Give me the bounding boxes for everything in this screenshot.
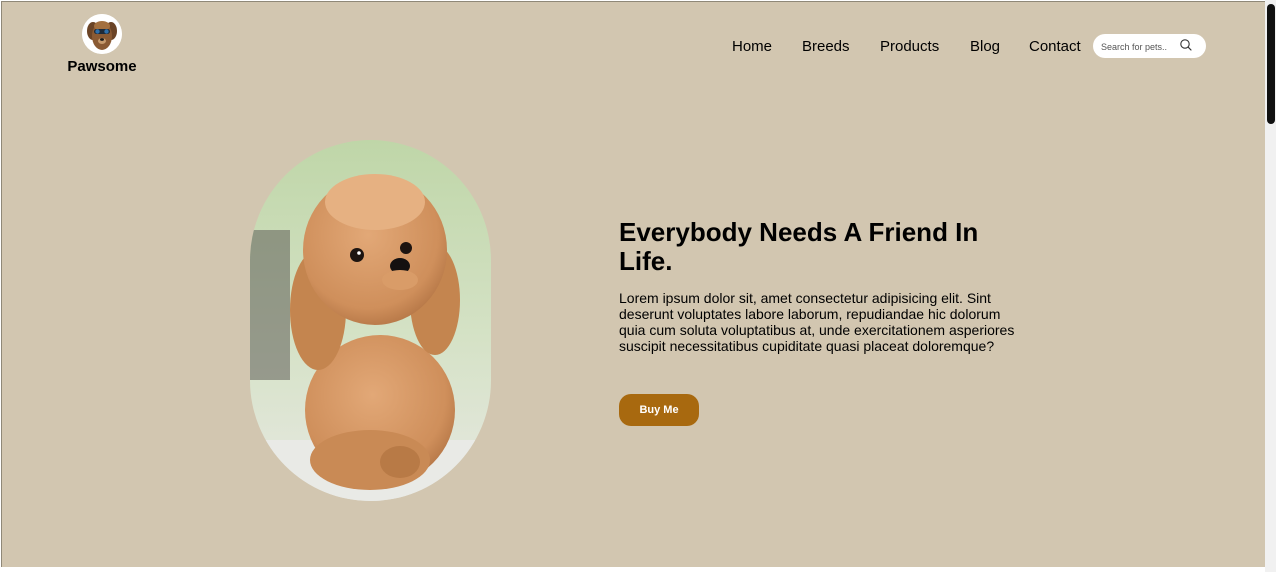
nav-home[interactable]: Home: [732, 38, 772, 55]
hero-description: Lorem ipsum dolor sit, amet consectetur …: [619, 290, 1015, 354]
brand-name: Pawsome: [67, 58, 137, 75]
nav-contact[interactable]: Contact: [1029, 38, 1081, 55]
search-input[interactable]: [1101, 39, 1179, 54]
search-box: [1093, 34, 1206, 58]
nav-breeds[interactable]: Breeds: [802, 38, 850, 55]
puppy-photo: [250, 140, 491, 501]
nav-blog[interactable]: Blog: [970, 38, 1000, 55]
buy-me-button[interactable]: Buy Me: [619, 394, 699, 426]
hero-title: Everybody Needs A Friend In Life.: [619, 217, 979, 276]
brand[interactable]: Pawsome: [62, 14, 142, 75]
nav-products[interactable]: Products: [880, 38, 939, 55]
dog-face-icon[interactable]: [82, 14, 122, 54]
scrollbar-thumb[interactable]: [1267, 4, 1275, 124]
page-background: Pawsome Home Breeds Products Blog Contac…: [1, 1, 1265, 567]
search-icon[interactable]: [1179, 38, 1193, 52]
